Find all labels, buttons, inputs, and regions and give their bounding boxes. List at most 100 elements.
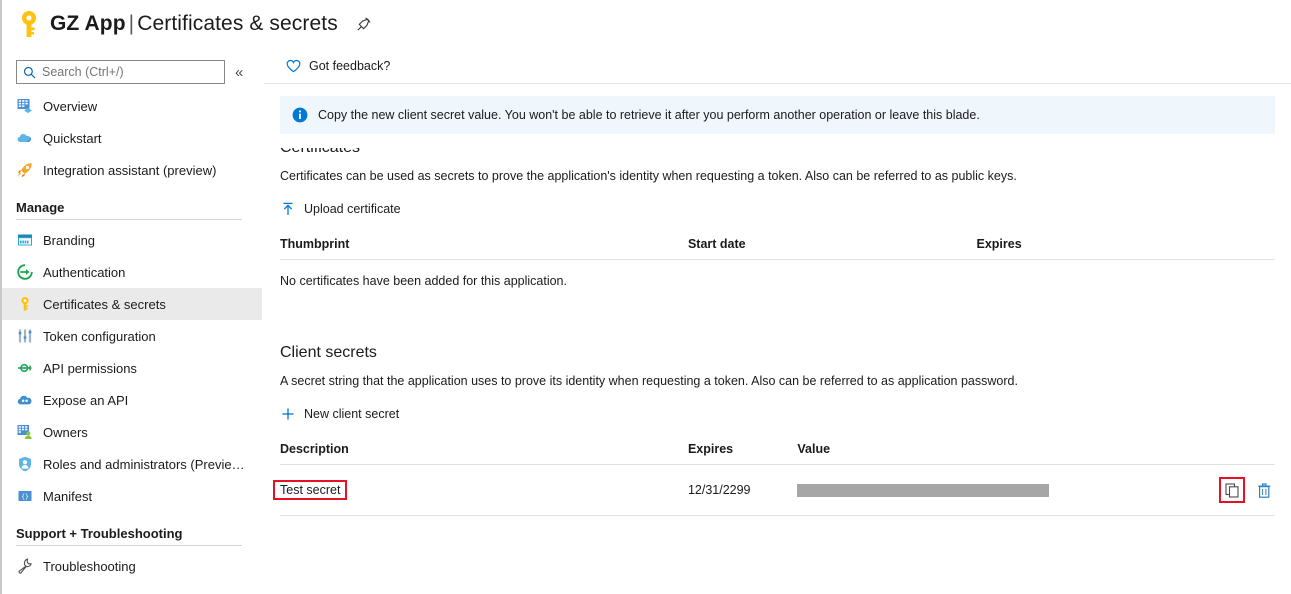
sidebar-group-header: Support + Troubleshooting [2,512,262,545]
authentication-arrow-icon [16,263,34,281]
client-secrets-table-header: DescriptionExpiresValue [280,442,1275,465]
certificates-table-header: ThumbprintStart dateExpires [280,237,1275,260]
column-header: Description [280,442,688,465]
trash-icon[interactable] [1253,479,1275,501]
pin-icon[interactable] [354,14,374,34]
secret-actions-cell [1126,465,1275,516]
secret-expires: 12/31/2299 [688,465,797,516]
sidebar-top-items: Overview Quickstart Integration assistant … [2,90,262,186]
owners-grid-icon [16,423,34,441]
column-header: Thumbprint [280,237,688,260]
feedback-label[interactable]: Got feedback? [309,59,390,73]
sidebar: « Overview Quickstart Integration assistan… [2,48,262,594]
sidebar-item-label: Token configuration [43,329,156,344]
upload-certificate-label: Upload certificate [304,202,401,216]
search-input[interactable] [42,65,218,79]
browser-window-icon [16,231,34,249]
column-header: Expires [688,442,797,465]
certificates-empty-message: No certificates have been added for this… [280,274,1275,288]
sidebar-search-row: « [2,48,262,90]
sidebar-item-label: Owners [43,425,88,440]
sidebar-item-authentication[interactable]: Authentication [2,256,262,288]
page-title: GZ App|Certificates & secrets [50,12,338,36]
sidebar-item-certificates-secrets[interactable]: Certificates & secrets [2,288,262,320]
feedback-bar: Got feedback? [264,48,1291,84]
certificates-description: Certificates can be used as secrets to p… [280,169,1275,183]
key-icon [16,9,42,39]
sidebar-item-label: Expose an API [43,393,128,408]
client-secrets-table-body: Test secret12/31/2299 [280,465,1275,516]
sidebar-item-branding[interactable]: Branding [2,224,262,256]
sidebar-item-token-configuration[interactable]: Token configuration [2,320,262,352]
sidebar-item-label: Roles and administrators (Previe… [43,457,245,472]
info-banner: Copy the new client secret value. You wo… [280,96,1275,134]
api-plug-icon [16,359,34,377]
collapse-sidebar-icon[interactable]: « [235,65,243,80]
sidebar-item-label: Troubleshooting [43,559,136,574]
search-box[interactable] [16,60,225,84]
certificates-title: Certificates [280,148,360,157]
sidebar-item-label: Authentication [43,265,125,280]
search-icon [23,66,36,79]
row-actions [1126,479,1275,501]
column-header-actions [1126,442,1275,465]
sliders-icon [16,327,34,345]
content-area: Got feedback? Copy the new client secret… [264,48,1291,594]
cloud-icon [16,129,34,147]
sidebar-item-roles-and-administrators-previe[interactable]: Roles and administrators (Previe… [2,448,262,480]
manifest-code-icon: {} [16,487,34,505]
client-secrets-table: DescriptionExpiresValue Test secret12/31… [280,442,1275,516]
column-header: Value [797,442,1125,465]
secret-description-cell: Test secret [280,465,688,516]
sidebar-item-label: Branding [43,233,95,248]
client-secrets-description: A secret string that the application use… [280,374,1275,388]
sidebar-item-label: Certificates & secrets [43,297,166,312]
copy-icon[interactable] [1221,479,1243,501]
sidebar-item-label: API permissions [43,361,137,376]
cloud-api-icon [16,391,34,409]
sidebar-item-label: Manifest [43,489,92,504]
sidebar-item-manifest[interactable]: {} Manifest [2,480,262,512]
sidebar-groups: Manage Branding Authentication Certificates… [2,186,262,582]
svg-text:{}: {} [21,492,29,500]
certificates-heading: Certificates [280,148,1275,157]
upload-icon [280,201,296,217]
sidebar-item-label: Integration assistant (preview) [43,163,216,178]
overview-grid-icon [16,97,34,115]
sidebar-group-divider [16,545,242,546]
scrollable-content[interactable]: Certificates Certificates can be used as… [264,148,1291,594]
sidebar-item-label: Overview [43,99,97,114]
sidebar-group-header: Manage [2,186,262,219]
certificates-table: ThumbprintStart dateExpires [280,237,1275,260]
client-secrets-title: Client secrets [280,344,1275,362]
new-client-secret-button[interactable]: New client secret [280,406,399,422]
secret-value-cell [797,465,1125,516]
wrench-icon [16,557,34,575]
sidebar-item-overview[interactable]: Overview [2,90,262,122]
info-icon [292,107,308,123]
rocket-icon [16,161,34,179]
info-banner-text: Copy the new client secret value. You wo… [318,108,980,122]
page-header: GZ App|Certificates & secrets [2,0,1291,48]
title-separator: | [126,12,138,35]
upload-certificate-button[interactable]: Upload certificate [280,201,401,217]
sidebar-item-quickstart[interactable]: Quickstart [2,122,262,154]
sidebar-item-label: Quickstart [43,131,102,146]
sidebar-item-api-permissions[interactable]: API permissions [2,352,262,384]
plus-icon [280,406,296,422]
column-header: Start date [688,237,977,260]
column-header: Expires [976,237,1275,260]
roles-shield-icon [16,455,34,473]
secret-description: Test secret [275,482,345,498]
heart-icon [286,59,301,73]
new-client-secret-label: New client secret [304,407,399,421]
sidebar-group-divider [16,219,242,220]
sidebar-item-expose-an-api[interactable]: Expose an API [2,384,262,416]
sidebar-item-integration-assistant-preview[interactable]: Integration assistant (preview) [2,154,262,186]
secret-value-redacted [797,484,1049,497]
sidebar-item-troubleshooting[interactable]: Troubleshooting [2,550,262,582]
app-name: GZ App [50,12,126,35]
page-section-name: Certificates & secrets [137,12,338,35]
sidebar-item-owners[interactable]: Owners [2,416,262,448]
table-row: Test secret12/31/2299 [280,465,1275,516]
